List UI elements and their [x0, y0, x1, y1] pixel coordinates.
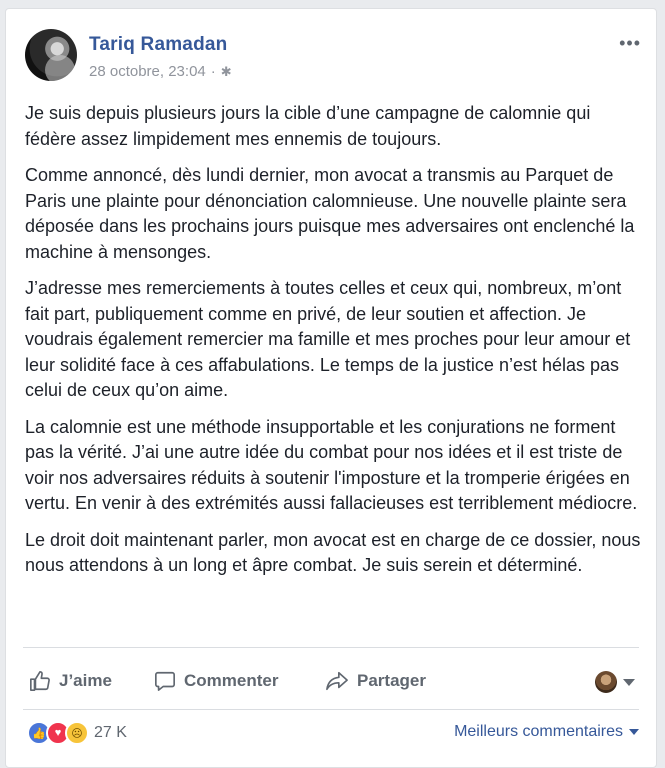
- sort-label: Meilleurs commentaires: [454, 723, 623, 740]
- like-label: J’aime: [59, 671, 112, 690]
- divider: [23, 709, 639, 710]
- post-as-selector[interactable]: [595, 671, 635, 693]
- divider: [23, 647, 639, 648]
- author-name[interactable]: Tariq Ramadan: [89, 34, 227, 56]
- share-label: Partager: [357, 671, 426, 690]
- post-paragraph: Comme annoncé, dès lundi dernier, mon av…: [25, 165, 635, 262]
- post-paragraph: La calomnie est une méthode insupportabl…: [25, 416, 638, 514]
- actor-avatar: [595, 671, 617, 693]
- more-icon[interactable]: •••: [619, 33, 641, 54]
- comment-label: Commenter: [184, 671, 279, 690]
- author-avatar[interactable]: [25, 29, 77, 81]
- reaction-count: 27 K: [94, 724, 127, 741]
- chevron-down-icon: [623, 678, 635, 686]
- post-paragraph: Le droit doit maintenant parler, mon avo…: [25, 529, 641, 576]
- gear-icon[interactable]: ✱: [221, 64, 232, 80]
- sad-reaction-icon: ☹: [65, 721, 89, 745]
- comment-sort-dropdown[interactable]: Meilleurs commentaires: [454, 723, 639, 741]
- share-icon: [326, 671, 348, 691]
- comment-icon: [155, 671, 175, 691]
- post-paragraph: Je suis depuis plusieurs jours la cible …: [25, 103, 591, 149]
- post-paragraph: J’adresse mes remerciements à toutes cel…: [25, 278, 631, 400]
- action-bar: J’aime Commenter Partager: [23, 657, 641, 709]
- post-date[interactable]: 28 octobre, 23:04: [89, 63, 206, 80]
- thumbs-up-icon: [30, 671, 50, 691]
- share-button[interactable]: Partager: [325, 670, 426, 692]
- reactions-summary[interactable]: 👍 ♥ ☹ 27 K: [27, 721, 127, 745]
- comment-button[interactable]: Commenter: [154, 670, 278, 692]
- chevron-down-icon: [629, 729, 639, 735]
- meta-separator: ·: [210, 63, 216, 80]
- post-header: Tariq Ramadan 28 octobre, 23:04 · ✱ •••: [25, 29, 645, 89]
- like-button[interactable]: J’aime: [29, 670, 112, 692]
- post-body: Je suis depuis plusieurs jours la cible …: [25, 101, 645, 590]
- post-meta: 28 octobre, 23:04 · ✱: [89, 63, 232, 80]
- post-card: Tariq Ramadan 28 octobre, 23:04 · ✱ ••• …: [5, 8, 657, 768]
